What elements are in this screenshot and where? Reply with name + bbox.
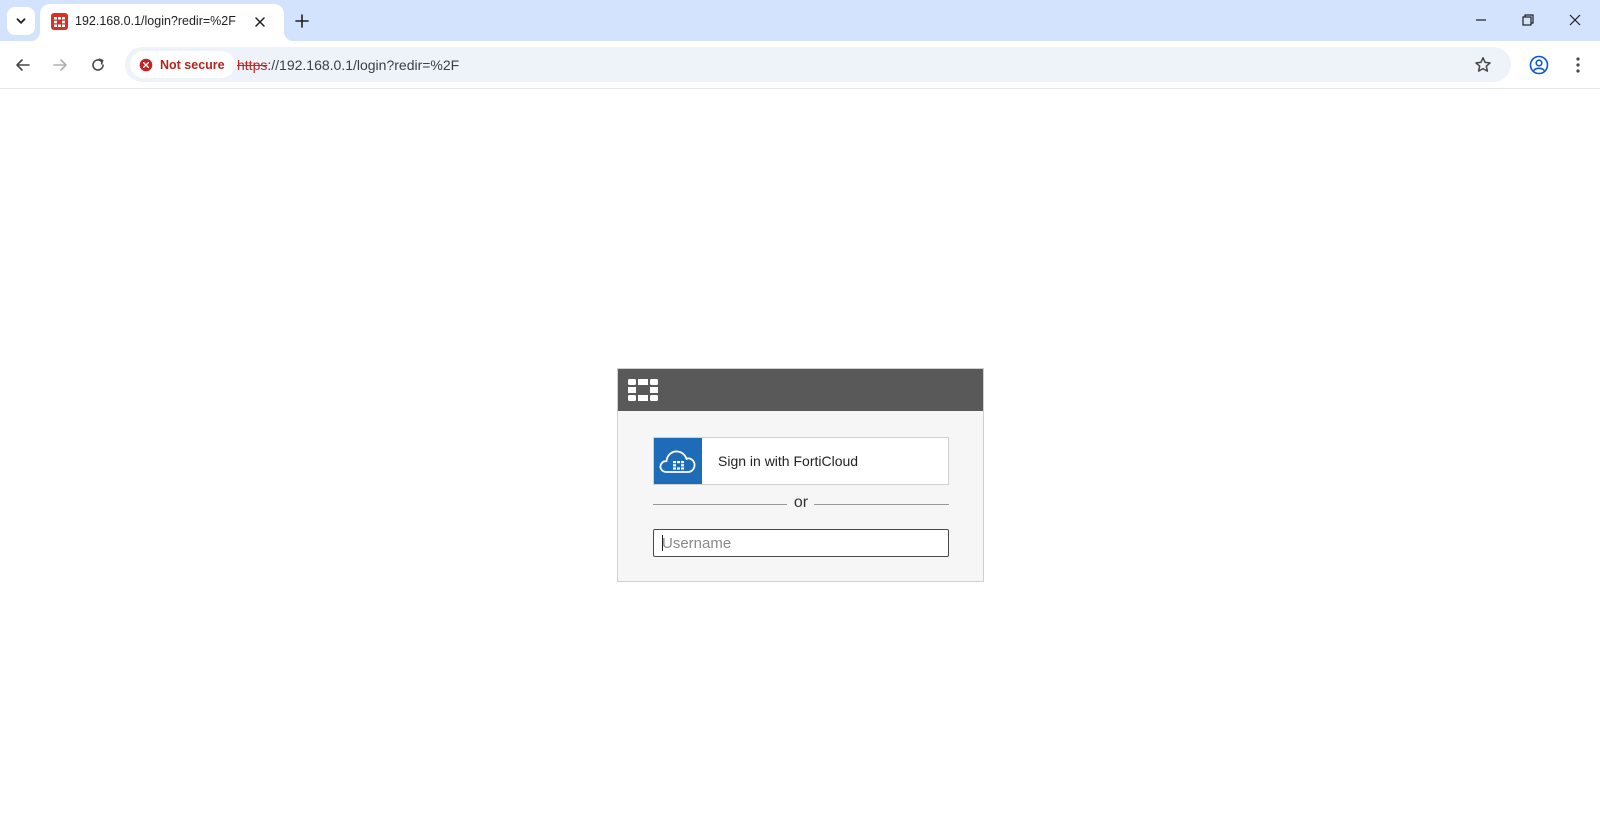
- tab-close-button[interactable]: [250, 12, 270, 32]
- login-card: Sign in with FortiCloud or: [617, 368, 984, 582]
- fortinet-logo-icon: [628, 379, 658, 401]
- browser-toolbar: Not secure https://192.168.0.1/login?red…: [0, 41, 1600, 89]
- warning-circle-icon: [139, 58, 153, 71]
- forticloud-signin-label: Sign in with FortiCloud: [718, 453, 859, 469]
- tab-strip: 192.168.0.1/login?redir=%2F: [0, 0, 1600, 41]
- security-label: Not secure: [160, 57, 225, 72]
- plus-icon: [295, 14, 309, 28]
- close-icon: [255, 17, 265, 27]
- forward-button[interactable]: [47, 52, 73, 78]
- url-scheme: https: [237, 57, 268, 73]
- divider-line-right: [814, 504, 949, 505]
- chevron-down-icon: [16, 18, 26, 24]
- forward-arrow-icon: [53, 59, 67, 71]
- minimize-button[interactable]: [1468, 8, 1494, 32]
- vertical-dots-icon: [1576, 57, 1580, 73]
- restore-icon: [1522, 14, 1534, 26]
- tab-title: 192.168.0.1/login?redir=%2F: [75, 14, 236, 28]
- window-close-button[interactable]: [1562, 8, 1588, 32]
- username-input[interactable]: [653, 529, 949, 557]
- login-header: [618, 369, 983, 411]
- url-text[interactable]: https://192.168.0.1/login?redir=%2F: [237, 57, 459, 73]
- forticloud-signin-button[interactable]: Sign in with FortiCloud: [653, 437, 949, 485]
- text-caret: [662, 535, 663, 551]
- window-close-icon: [1569, 14, 1581, 26]
- reload-button[interactable]: [85, 52, 111, 78]
- reload-icon: [92, 58, 104, 71]
- new-tab-button[interactable]: [290, 9, 314, 33]
- or-label: or: [793, 494, 809, 511]
- url-path: ://192.168.0.1/login?redir=%2F: [267, 57, 460, 73]
- menu-button[interactable]: [1565, 52, 1591, 78]
- restore-button[interactable]: [1515, 8, 1541, 32]
- bookmark-star-button[interactable]: [1472, 54, 1494, 76]
- address-bar[interactable]: Not secure https://192.168.0.1/login?red…: [125, 47, 1511, 82]
- fortinet-favicon-icon: [51, 13, 68, 30]
- or-divider: or: [653, 494, 949, 514]
- minimize-icon: [1476, 19, 1486, 21]
- back-button[interactable]: [10, 52, 36, 78]
- cloud-icon: [654, 438, 702, 484]
- account-circle-icon: [1529, 55, 1549, 75]
- security-indicator[interactable]: Not secure: [130, 51, 235, 78]
- back-arrow-icon: [16, 59, 30, 71]
- active-tab[interactable]: 192.168.0.1/login?redir=%2F: [30, 4, 294, 41]
- profile-button[interactable]: [1526, 52, 1552, 78]
- star-icon: [1475, 57, 1491, 72]
